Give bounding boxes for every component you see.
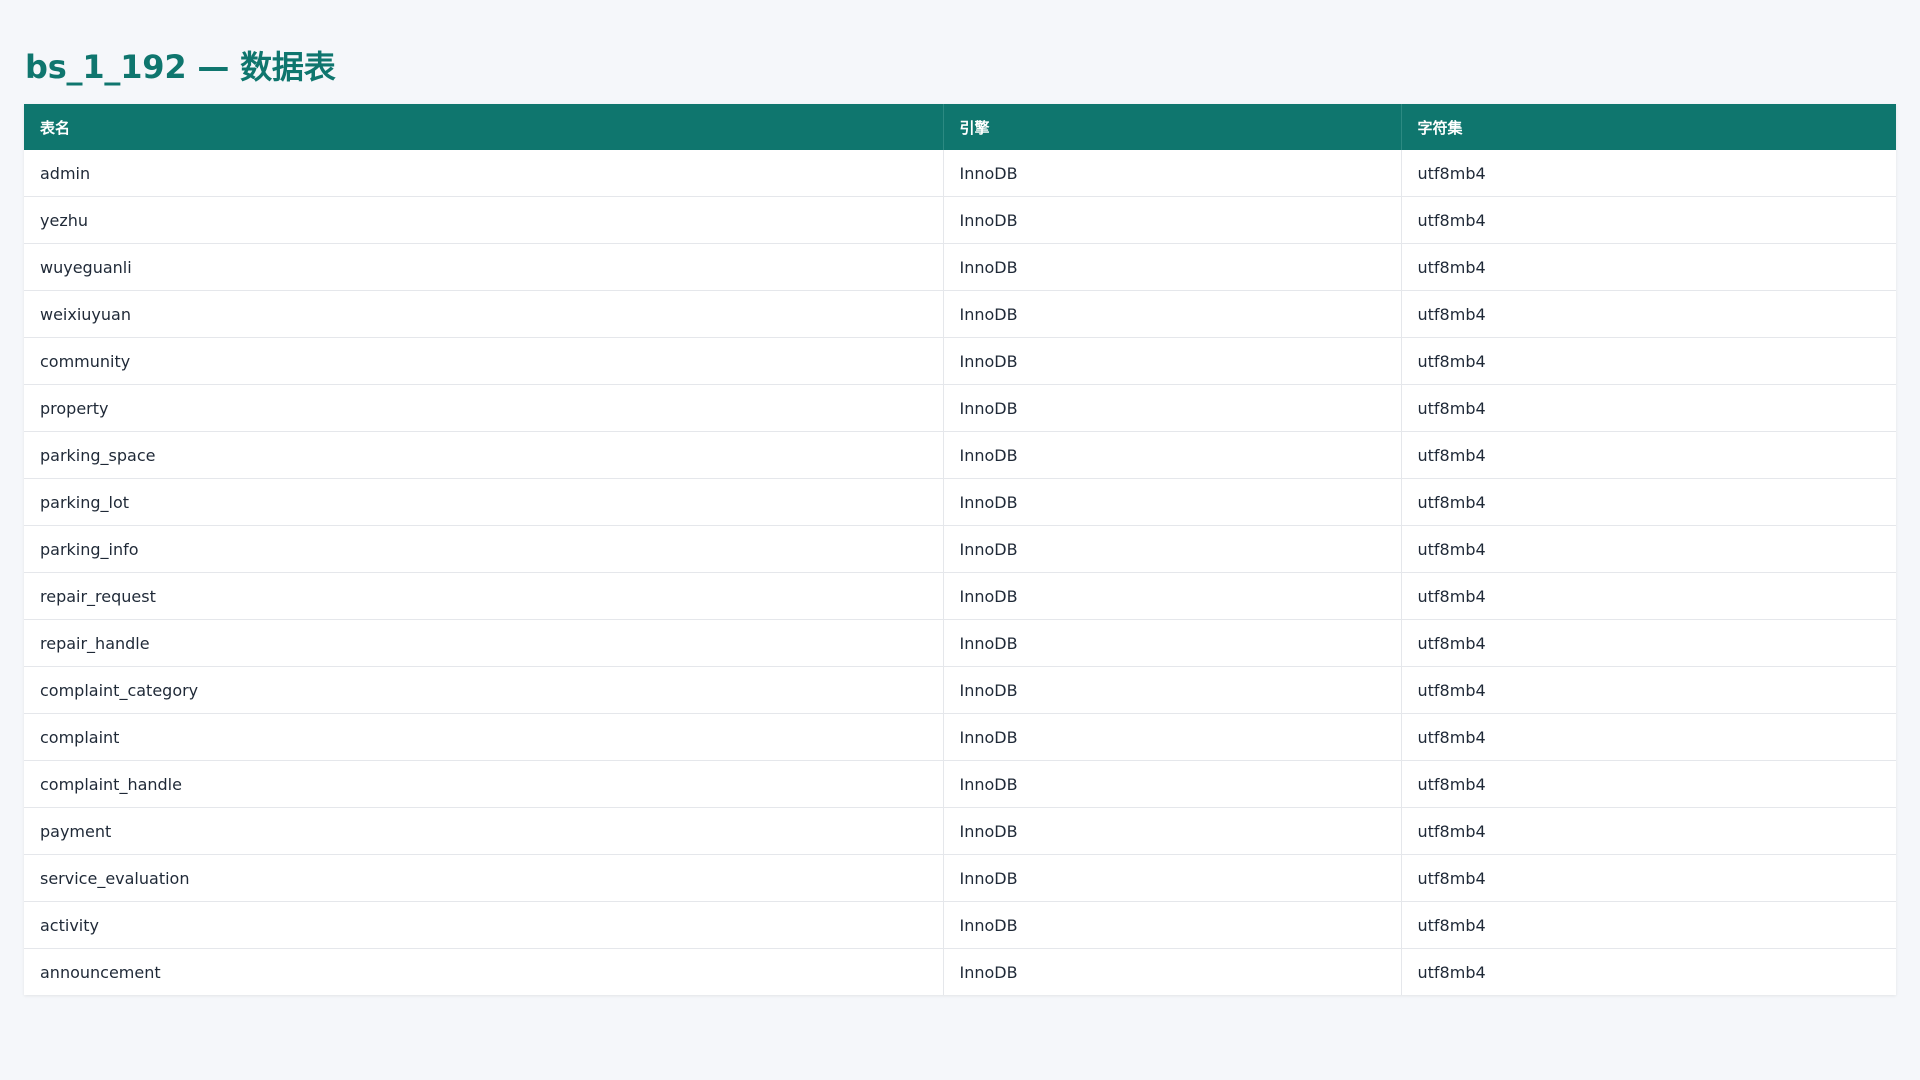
- table-name-cell: announcement: [24, 948, 944, 995]
- table-row[interactable]: yezhu InnoDB utf8mb4: [24, 196, 1896, 244]
- table-name-cell: repair_handle: [24, 619, 944, 667]
- table-name-cell: wuyeguanli: [24, 243, 944, 291]
- table-row[interactable]: service_evaluation InnoDB utf8mb4: [24, 854, 1896, 902]
- table-row[interactable]: parking_info InnoDB utf8mb4: [24, 525, 1896, 573]
- table-name-cell: parking_lot: [24, 478, 944, 526]
- engine-cell: InnoDB: [943, 337, 1402, 385]
- charset-cell: utf8mb4: [1401, 572, 1896, 620]
- table-name-cell: yezhu: [24, 196, 944, 244]
- charset-cell: utf8mb4: [1401, 760, 1896, 808]
- table-row[interactable]: complaint_handle InnoDB utf8mb4: [24, 760, 1896, 808]
- table-header: 表名 引擎 字符集: [24, 104, 1896, 150]
- charset-cell: utf8mb4: [1401, 619, 1896, 667]
- tables-list: 表名 引擎 字符集 admin InnoDB utf8mb4 yezhu InnoDB u…: [24, 104, 1896, 995]
- engine-cell: InnoDB: [943, 525, 1402, 573]
- engine-cell: InnoDB: [943, 196, 1402, 244]
- table-name-cell: service_evaluation: [24, 854, 944, 902]
- table-name-cell: complaint_handle: [24, 760, 944, 808]
- engine-cell: InnoDB: [943, 572, 1402, 620]
- table-name-cell: property: [24, 384, 944, 432]
- table-row[interactable]: admin InnoDB utf8mb4: [24, 150, 1896, 197]
- charset-cell: utf8mb4: [1401, 901, 1896, 949]
- charset-cell: utf8mb4: [1401, 243, 1896, 291]
- table-name-cell: complaint_category: [24, 666, 944, 714]
- charset-cell: utf8mb4: [1401, 854, 1896, 902]
- charset-cell: utf8mb4: [1401, 431, 1896, 479]
- table-row[interactable]: repair_handle InnoDB utf8mb4: [24, 619, 1896, 667]
- charset-cell: utf8mb4: [1401, 666, 1896, 714]
- engine-cell: InnoDB: [943, 243, 1402, 291]
- table-row[interactable]: community InnoDB utf8mb4: [24, 337, 1896, 385]
- engine-cell: InnoDB: [943, 713, 1402, 761]
- table-row[interactable]: payment InnoDB utf8mb4: [24, 807, 1896, 855]
- charset-cell: utf8mb4: [1401, 290, 1896, 338]
- engine-cell: InnoDB: [943, 478, 1402, 526]
- table-row[interactable]: announcement InnoDB utf8mb4: [24, 948, 1896, 995]
- charset-cell: utf8mb4: [1401, 713, 1896, 761]
- charset-cell: utf8mb4: [1417, 163, 1486, 183]
- engine-cell: InnoDB: [943, 854, 1402, 902]
- table-name-cell: parking_space: [24, 431, 944, 479]
- table-row[interactable]: activity InnoDB utf8mb4: [24, 901, 1896, 949]
- engine-cell: InnoDB: [943, 290, 1402, 338]
- page: bs_1_192 — 数据表 表名 引擎 字符集 admin InnoDB utf8…: [0, 0, 1920, 995]
- table-row[interactable]: parking_space InnoDB utf8mb4: [24, 431, 1896, 479]
- header-row: 表名 引擎 字符集: [24, 104, 1896, 150]
- table-name-cell: repair_request: [24, 572, 944, 620]
- table-name-cell: admin: [24, 150, 944, 197]
- charset-cell: utf8mb4: [1401, 807, 1896, 855]
- table-body: admin InnoDB utf8mb4 yezhu InnoDB utf8mb4 wuye…: [24, 150, 1896, 995]
- column-header-engine: 引擎: [943, 104, 1402, 150]
- charset-cell: utf8mb4: [1401, 384, 1896, 432]
- table-name-cell: payment: [24, 807, 944, 855]
- engine-cell: InnoDB: [943, 948, 1402, 995]
- table-row[interactable]: repair_request InnoDB utf8mb4: [24, 572, 1896, 620]
- page-title: bs_1_192 — 数据表: [25, 48, 336, 86]
- column-header-table-name: 表名: [24, 104, 944, 150]
- engine-cell: InnoDB: [943, 760, 1402, 808]
- charset-cell: utf8mb4: [1401, 948, 1896, 995]
- table-name-cell: activity: [24, 901, 944, 949]
- charset-cell: utf8mb4: [1401, 196, 1896, 244]
- charset-cell: utf8mb4: [1401, 337, 1896, 385]
- table-row[interactable]: complaint_category InnoDB utf8mb4: [24, 666, 1896, 714]
- engine-cell: InnoDB: [943, 384, 1402, 432]
- engine-cell: InnoDB: [943, 807, 1402, 855]
- charset-cell: utf8mb4: [1401, 478, 1896, 526]
- tables-table: 表名 引擎 字符集 admin InnoDB utf8mb4 yezhu InnoDB u…: [24, 104, 1896, 995]
- table-row[interactable]: complaint InnoDB utf8mb4: [24, 713, 1896, 761]
- table-name-cell: community: [24, 337, 944, 385]
- charset-cell: utf8mb4: [1401, 525, 1896, 573]
- engine-cell: InnoDB: [943, 150, 1402, 197]
- table-name-cell: parking_info: [24, 525, 944, 573]
- table-row[interactable]: weixiuyuan InnoDB utf8mb4: [24, 290, 1896, 338]
- table-row[interactable]: property InnoDB utf8mb4: [24, 384, 1896, 432]
- engine-cell: InnoDB: [943, 619, 1402, 667]
- table-row[interactable]: wuyeguanli InnoDB utf8mb4: [24, 243, 1896, 291]
- engine-cell: InnoDB: [943, 666, 1402, 714]
- table-row[interactable]: parking_lot InnoDB utf8mb4: [24, 478, 1896, 526]
- column-header-charset: 字符集: [1401, 104, 1896, 150]
- table-name-cell: weixiuyuan: [24, 290, 944, 338]
- engine-cell: InnoDB: [943, 431, 1402, 479]
- table-name-cell: complaint: [24, 713, 944, 761]
- engine-cell: InnoDB: [943, 901, 1402, 949]
